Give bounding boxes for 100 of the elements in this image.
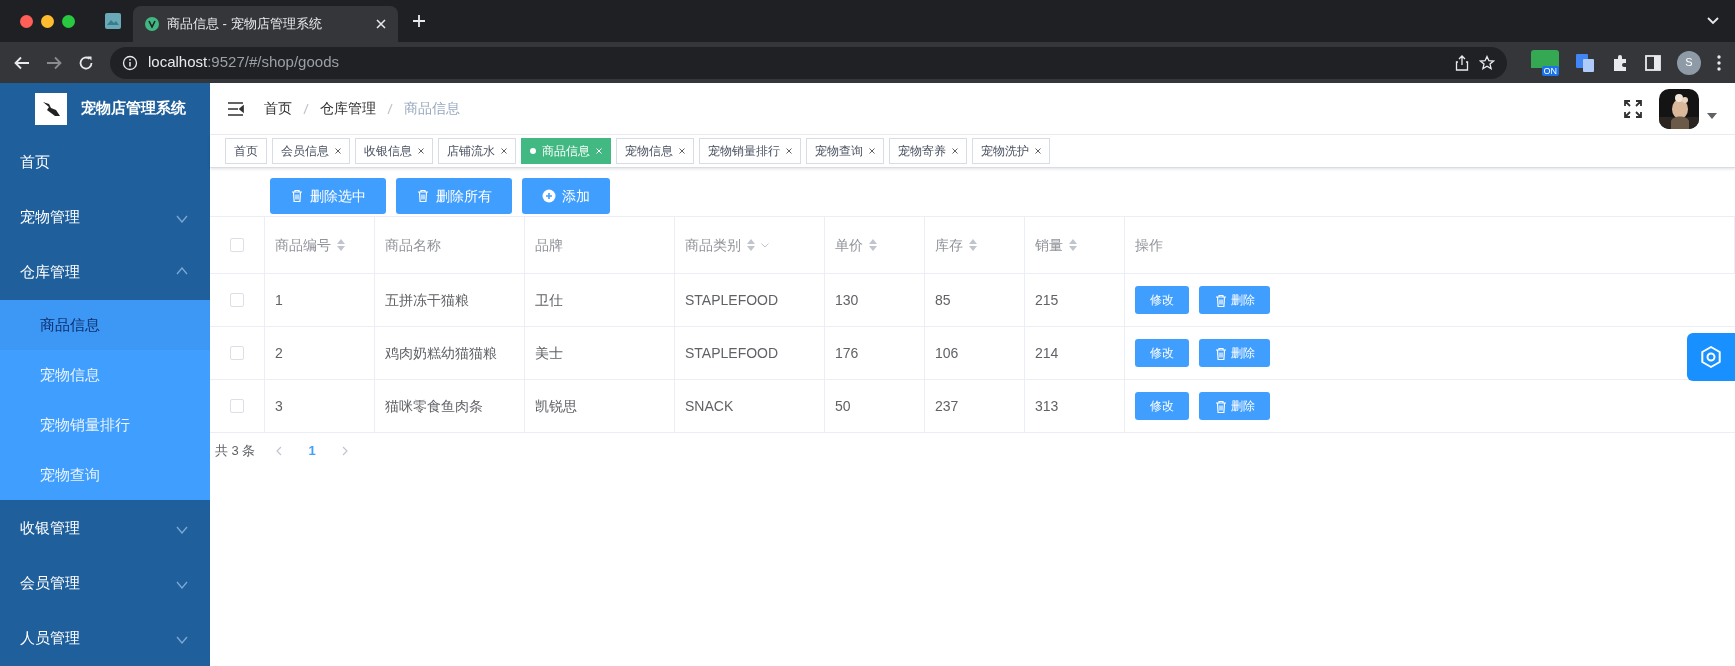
- submenu-item[interactable]: 宠物信息: [0, 350, 210, 401]
- tag[interactable]: 会员信息: [272, 138, 350, 164]
- menu-icon[interactable]: [227, 101, 244, 116]
- address-bar[interactable]: localhost:9527/#/shop/goods: [110, 46, 1507, 79]
- checkbox[interactable]: [230, 293, 244, 307]
- app-title: 宠物店管理系统: [81, 98, 186, 119]
- profile-avatar[interactable]: S: [1677, 50, 1701, 75]
- table-cell-text: 50: [835, 396, 851, 416]
- translate-icon[interactable]: [1575, 52, 1595, 73]
- close-icon[interactable]: [786, 148, 792, 154]
- close-icon[interactable]: [679, 148, 685, 154]
- close-icon[interactable]: [335, 148, 341, 154]
- table-cell-text: 美士: [535, 343, 563, 363]
- table-cell-text: 130: [835, 290, 859, 310]
- checkbox[interactable]: [230, 346, 244, 360]
- tab-title: 商品信息 - 宠物店管理系统: [167, 15, 323, 34]
- table-cell-text: 106: [935, 343, 959, 363]
- side-panel-icon[interactable]: [1645, 54, 1661, 71]
- column-header[interactable]: 销量: [1035, 234, 1063, 256]
- table-cell-text: STAPLEFOOD: [685, 290, 779, 310]
- more-icon[interactable]: [1717, 54, 1721, 71]
- trash-icon: [1214, 293, 1226, 307]
- table-cell-text: 凯锐思: [535, 396, 577, 416]
- column-header: 操作: [1135, 235, 1163, 255]
- breadcrumb-item[interactable]: 仓库管理: [320, 98, 376, 119]
- delete-button[interactable]: 删除: [1199, 339, 1270, 367]
- table-cell-text: 卫仕: [535, 290, 563, 310]
- tag[interactable]: 首页: [225, 138, 267, 164]
- table-cell-text: 176: [835, 343, 859, 363]
- submenu-item[interactable]: 宠物查询: [0, 450, 210, 501]
- reload-icon[interactable]: [78, 54, 94, 71]
- extension-button[interactable]: ON: [1531, 49, 1559, 76]
- breadcrumb-item[interactable]: 首页: [264, 98, 292, 119]
- plus-circle-icon: [542, 189, 556, 203]
- edit-button[interactable]: 修改: [1135, 339, 1189, 367]
- tag[interactable]: 宠物信息: [616, 138, 694, 164]
- column-header[interactable]: 商品类别: [685, 234, 741, 256]
- table-cell-text: STAPLEFOOD: [685, 343, 779, 363]
- column-header: 商品名称: [385, 235, 441, 255]
- column-header: 品牌: [535, 235, 563, 255]
- star-icon[interactable]: [1479, 54, 1495, 71]
- settings-button[interactable]: [1687, 333, 1735, 381]
- table-cell-text: 3: [275, 396, 283, 416]
- delete-button[interactable]: 删除: [1199, 286, 1270, 314]
- tag[interactable]: 宠物查询: [806, 138, 884, 164]
- browser-tab[interactable]: 商品信息 - 宠物店管理系统: [133, 6, 398, 42]
- window-control-icon: [41, 14, 54, 28]
- separator-icon: [386, 102, 394, 115]
- delete-button[interactable]: 删除: [1199, 392, 1270, 420]
- column-header[interactable]: 商品编号: [275, 234, 331, 256]
- table-cell-text: 313: [1035, 396, 1059, 416]
- share-icon[interactable]: [1455, 54, 1469, 71]
- submenu-item[interactable]: 宠物销量排行: [0, 400, 210, 451]
- table-cell-text: 237: [935, 396, 959, 416]
- column-header[interactable]: 库存: [935, 234, 963, 256]
- table-cell-text: SNACK: [685, 396, 734, 416]
- close-icon[interactable]: [418, 148, 424, 154]
- table-cell-text: 五拼冻干猫粮: [385, 290, 469, 310]
- url-text: localhost:9527/#/shop/goods: [148, 52, 340, 73]
- puzzle-icon[interactable]: [1611, 53, 1629, 72]
- toolbar-button[interactable]: 删除选中: [270, 178, 386, 214]
- menu-item[interactable]: 会员管理: [0, 555, 210, 611]
- table-cell-text: 215: [1035, 290, 1059, 310]
- tag[interactable]: 宠物洗护: [972, 138, 1050, 164]
- forward-icon[interactable]: [46, 55, 62, 70]
- menu-item[interactable]: 仓库管理: [0, 244, 210, 301]
- separator-icon: [302, 102, 310, 115]
- menu-item[interactable]: 收银管理: [0, 500, 210, 556]
- close-icon[interactable]: [501, 148, 507, 154]
- toolbar-button[interactable]: 添加: [522, 178, 610, 214]
- caret-icon[interactable]: [1707, 112, 1717, 119]
- tag[interactable]: 收银信息: [355, 138, 433, 164]
- back-icon[interactable]: [14, 55, 30, 70]
- submenu-item[interactable]: 商品信息: [0, 300, 210, 351]
- tag[interactable]: 宠物销量排行: [699, 138, 801, 164]
- edit-button[interactable]: 修改: [1135, 392, 1189, 420]
- checkbox[interactable]: [230, 238, 244, 252]
- menu-item[interactable]: 首页: [0, 134, 210, 190]
- trash-icon: [416, 189, 430, 203]
- column-header[interactable]: 单价: [835, 234, 863, 256]
- toolbar-button[interactable]: 删除所有: [396, 178, 512, 214]
- table-cell-text: 214: [1035, 343, 1059, 363]
- total-count: 共 3 条: [215, 442, 256, 461]
- edit-button[interactable]: 修改: [1135, 286, 1189, 314]
- checkbox[interactable]: [230, 399, 244, 413]
- chevron-up-icon[interactable]: [176, 266, 188, 275]
- plus-icon[interactable]: [412, 14, 426, 28]
- tag[interactable]: 宠物寄养: [889, 138, 967, 164]
- close-icon[interactable]: [1035, 148, 1041, 154]
- table-cell-text: 85: [935, 290, 951, 310]
- close-icon[interactable]: [952, 148, 958, 154]
- window-control-icon: [62, 14, 75, 28]
- menu-item[interactable]: 人员管理: [0, 610, 210, 666]
- menu-item[interactable]: 宠物管理: [0, 189, 210, 245]
- page-number[interactable]: 1: [302, 441, 322, 461]
- close-icon[interactable]: [869, 148, 875, 154]
- fullscreen-icon[interactable]: [1623, 98, 1643, 119]
- tag[interactable]: 店铺流水: [438, 138, 516, 164]
- tag[interactable]: 商品信息: [521, 138, 611, 164]
- table-cell-text: 1: [275, 290, 283, 310]
